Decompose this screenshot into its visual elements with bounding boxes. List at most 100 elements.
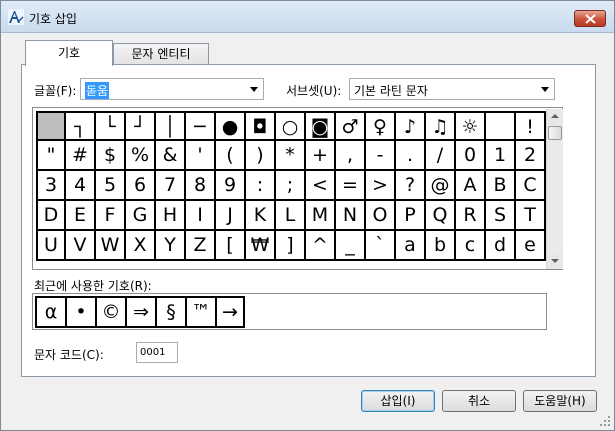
scroll-up-button[interactable] <box>547 109 563 125</box>
symbol-cell[interactable]: ♫ <box>426 111 456 141</box>
symbol-cell[interactable]: : <box>246 171 276 201</box>
symbol-cell[interactable]: = <box>336 171 366 201</box>
symbol-cell[interactable]: [ <box>216 231 246 261</box>
recent-symbol-cell[interactable]: © <box>95 296 125 328</box>
symbol-cell[interactable]: ● <box>216 111 246 141</box>
symbol-cell[interactable]: e <box>516 231 546 261</box>
symbol-cell[interactable]: ? <box>396 171 426 201</box>
symbol-cell[interactable]: @ <box>426 171 456 201</box>
symbol-cell[interactable]: E <box>66 201 96 231</box>
symbol-cell[interactable]: K <box>246 201 276 231</box>
resize-grip-icon[interactable] <box>599 415 611 427</box>
symbol-cell[interactable]: c <box>456 231 486 261</box>
title-bar[interactable]: 기호 삽입 <box>1 1 614 33</box>
symbol-cell[interactable]: . <box>396 141 426 171</box>
cancel-button[interactable]: 취소 <box>442 390 516 412</box>
symbol-cell[interactable]: $ <box>96 141 126 171</box>
symbol-cell[interactable]: # <box>66 141 96 171</box>
symbol-cell[interactable]: ] <box>276 231 306 261</box>
symbol-cell[interactable]: , <box>336 141 366 171</box>
symbol-cell[interactable]: A <box>456 171 486 201</box>
symbol-cell[interactable]: P <box>396 201 426 231</box>
symbol-cell[interactable] <box>486 111 516 141</box>
symbol-cell[interactable]: ◙ <box>306 111 336 141</box>
symbol-cell[interactable]: O <box>366 201 396 231</box>
help-button[interactable]: 도움말(H) <box>523 390 597 412</box>
symbol-cell[interactable]: / <box>426 141 456 171</box>
close-button[interactable] <box>574 10 606 27</box>
symbol-cell[interactable]: I <box>186 201 216 231</box>
symbol-cell[interactable]: X <box>126 231 156 261</box>
symbol-cell[interactable]: " <box>36 141 66 171</box>
symbol-cell[interactable]: ! <box>516 111 546 141</box>
symbol-cell[interactable]: ☼ <box>456 111 486 141</box>
recent-symbol-cell[interactable]: → <box>215 296 245 328</box>
symbol-cell[interactable]: G <box>126 201 156 231</box>
recent-symbol-cell[interactable]: • <box>65 296 95 328</box>
symbol-cell[interactable]: F <box>96 201 126 231</box>
symbol-cell[interactable]: > <box>366 171 396 201</box>
symbol-cell[interactable] <box>36 111 66 141</box>
recent-symbol-cell[interactable]: α <box>35 296 65 328</box>
symbol-cell[interactable]: D <box>36 201 66 231</box>
scroll-thumb[interactable] <box>548 126 562 140</box>
symbol-cell[interactable]: ♀ <box>366 111 396 141</box>
symbol-cell[interactable]: ) <box>246 141 276 171</box>
symbol-cell[interactable]: C <box>516 171 546 201</box>
tab-character-entity[interactable]: 문자 엔티티 <box>113 43 209 66</box>
symbol-cell[interactable]: ○ <box>276 111 306 141</box>
symbol-cell[interactable]: ♪ <box>396 111 426 141</box>
symbol-cell[interactable]: B <box>486 171 516 201</box>
symbol-cell[interactable]: U <box>36 231 66 261</box>
symbol-cell[interactable]: H <box>156 201 186 231</box>
recent-symbol-cell[interactable]: ⇒ <box>125 296 155 328</box>
symbol-cell[interactable]: Q <box>426 201 456 231</box>
subset-select[interactable]: 기본 라틴 문자 <box>349 78 555 100</box>
symbol-cell[interactable]: W <box>96 231 126 261</box>
symbol-cell[interactable]: * <box>276 141 306 171</box>
symbol-cell[interactable]: ( <box>216 141 246 171</box>
symbol-cell[interactable]: ` <box>366 231 396 261</box>
symbol-cell[interactable]: S <box>486 201 516 231</box>
symbol-cell[interactable]: Z <box>186 231 216 261</box>
symbol-cell[interactable]: 6 <box>126 171 156 201</box>
symbol-cell[interactable]: M <box>306 201 336 231</box>
symbol-cell[interactable]: + <box>306 141 336 171</box>
symbol-cell[interactable]: 2 <box>516 141 546 171</box>
symbol-cell[interactable]: - <box>366 141 396 171</box>
symbol-cell[interactable]: ₩ <box>246 231 276 261</box>
tab-symbol[interactable]: 기호 <box>25 40 113 66</box>
symbol-cell[interactable]: ' <box>186 141 216 171</box>
symbol-cell[interactable]: 5 <box>96 171 126 201</box>
symbol-cell[interactable]: _ <box>336 231 366 261</box>
symbol-cell[interactable]: ◘ <box>246 111 276 141</box>
symbol-cell[interactable]: ♂ <box>336 111 366 141</box>
symbol-cell[interactable]: T <box>516 201 546 231</box>
symbol-cell[interactable]: % <box>126 141 156 171</box>
recent-symbol-cell[interactable]: § <box>155 296 185 328</box>
symbol-cell[interactable]: N <box>336 201 366 231</box>
recent-symbol-cell[interactable]: ™ <box>185 296 215 328</box>
symbol-cell[interactable]: ┘ <box>126 111 156 141</box>
char-code-input[interactable]: 0001 <box>136 342 178 363</box>
symbol-cell[interactable]: L <box>276 201 306 231</box>
symbol-cell[interactable]: ; <box>276 171 306 201</box>
symbol-grid-scrollbar[interactable] <box>546 109 563 269</box>
symbol-cell[interactable]: 3 <box>36 171 66 201</box>
symbol-cell[interactable]: │ <box>156 111 186 141</box>
symbol-cell[interactable]: J <box>216 201 246 231</box>
symbol-cell[interactable]: 4 <box>66 171 96 201</box>
symbol-cell[interactable]: R <box>456 201 486 231</box>
symbol-cell[interactable]: 9 <box>216 171 246 201</box>
scroll-down-button[interactable] <box>547 253 563 269</box>
symbol-cell[interactable]: Y <box>156 231 186 261</box>
symbol-cell[interactable]: b <box>426 231 456 261</box>
symbol-cell[interactable]: └ <box>96 111 126 141</box>
symbol-cell[interactable]: ^ <box>306 231 336 261</box>
symbol-cell[interactable]: d <box>486 231 516 261</box>
symbol-cell[interactable]: 7 <box>156 171 186 201</box>
symbol-cell[interactable]: V <box>66 231 96 261</box>
insert-button[interactable]: 삽입(I) <box>361 390 435 412</box>
symbol-cell[interactable]: 1 <box>486 141 516 171</box>
symbol-cell[interactable]: a <box>396 231 426 261</box>
